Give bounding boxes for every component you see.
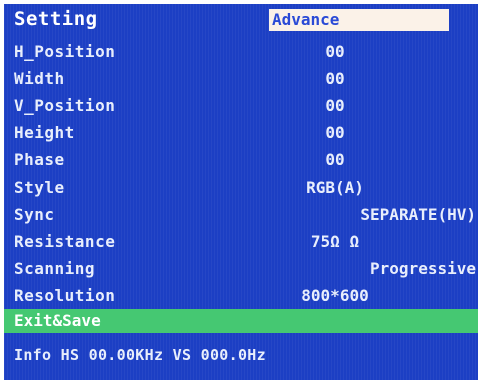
setting-label: Resistance xyxy=(14,232,116,251)
setting-value: 00 xyxy=(325,96,345,115)
setting-value: 800*600 xyxy=(301,286,369,305)
setting-value: Progressive xyxy=(370,259,476,278)
menu-header: Setting Advance xyxy=(4,4,478,36)
setting-resistance[interactable]: Resistance 75Ω Ω xyxy=(4,230,478,253)
setting-h-position[interactable]: H_Position 00 xyxy=(4,40,478,63)
setting-value: 75Ω Ω xyxy=(310,232,360,251)
exit-save-label: Exit&Save xyxy=(14,311,101,330)
setting-value: 00 xyxy=(325,42,345,61)
setting-style[interactable]: Style RGB(A) xyxy=(4,176,478,199)
tab-advance[interactable]: Advance xyxy=(269,9,449,31)
setting-value: 00 xyxy=(325,123,345,142)
setting-label: Scanning xyxy=(14,259,96,278)
setting-label: H_Position xyxy=(14,42,116,61)
setting-value: 00 xyxy=(325,69,345,88)
osd-menu: Setting Advance H_Position 00 Width 00 V… xyxy=(4,4,478,380)
setting-value: RGB(A) xyxy=(306,178,364,197)
setting-label: Height xyxy=(14,123,75,142)
setting-v-position[interactable]: V_Position 00 xyxy=(4,94,478,117)
setting-label: Style xyxy=(14,178,65,197)
menu-title: Setting xyxy=(14,8,98,30)
setting-height[interactable]: Height 00 xyxy=(4,121,478,144)
setting-scanning[interactable]: Scanning Progressive xyxy=(4,257,478,280)
signal-info: Info HS 00.00KHz VS 000.0Hz xyxy=(14,346,266,364)
setting-label: Resolution xyxy=(14,286,116,305)
setting-label: V_Position xyxy=(14,96,116,115)
setting-label: Sync xyxy=(14,205,55,224)
setting-width[interactable]: Width 00 xyxy=(4,67,478,90)
setting-value: 00 xyxy=(325,150,345,169)
setting-resolution[interactable]: Resolution 800*600 xyxy=(4,284,478,307)
exit-save-button[interactable]: Exit&Save xyxy=(4,309,478,333)
setting-sync[interactable]: Sync SEPARATE(HV) xyxy=(4,203,478,226)
setting-label: Phase xyxy=(14,150,65,169)
setting-label: Width xyxy=(14,69,65,88)
setting-phase[interactable]: Phase 00 xyxy=(4,148,478,171)
setting-value: SEPARATE(HV) xyxy=(360,205,476,224)
